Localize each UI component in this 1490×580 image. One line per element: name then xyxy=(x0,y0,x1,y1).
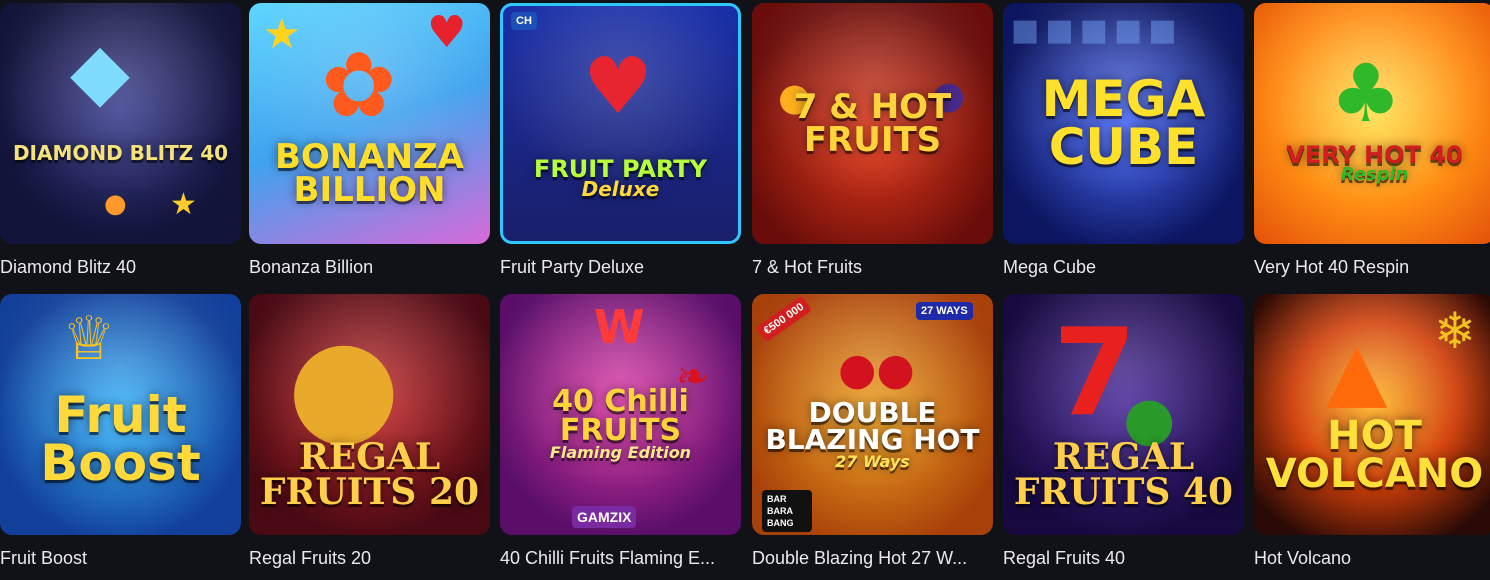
heart-icon: ♥ xyxy=(427,7,467,58)
game-title[interactable]: Hot Volcano xyxy=(1254,548,1490,569)
game-logo: VERY HOT 40 xyxy=(1286,140,1463,169)
game-title[interactable]: Mega Cube xyxy=(1003,257,1244,278)
game-logo: REGAL FRUITS 20 xyxy=(259,436,480,513)
game-title[interactable]: Very Hot 40 Respin xyxy=(1254,257,1490,278)
game-logo-group: 40 Chilli FRUITS Flaming Edition xyxy=(500,384,741,463)
game-title[interactable]: Fruit Party Deluxe xyxy=(500,257,741,278)
game-title[interactable]: Regal Fruits 20 xyxy=(249,548,490,569)
game-logo-group: FRUIT PARTY Deluxe xyxy=(526,157,715,202)
game-logo: HOT VOLCANO xyxy=(1265,412,1484,497)
game-thumbnail[interactable]: €500 000 27 WAYS ●● DOUBLE BLAZING HOT 2… xyxy=(752,294,993,535)
game-title[interactable]: Regal Fruits 40 xyxy=(1003,548,1244,569)
game-thumbnail[interactable]: 7 ● REGAL FRUITS 40 xyxy=(1003,294,1244,535)
game-logo-subtitle: Deluxe xyxy=(581,177,660,202)
game-card-hot-volcano[interactable]: ❄ ▲ HOT VOLCANO Hot Volcano xyxy=(1254,294,1490,580)
game-title[interactable]: Bonanza Billion xyxy=(249,257,490,278)
volcano-icon: ▲ xyxy=(1326,324,1388,417)
game-thumbnail[interactable]: ❄ ▲ HOT VOLCANO xyxy=(1254,294,1490,535)
game-thumbnail[interactable]: ● ● 7 & HOT FRUITS xyxy=(752,3,993,244)
game-logo: REGAL FRUITS 40 xyxy=(1013,436,1234,513)
game-card-very-hot-40-respin[interactable]: ♣ VERY HOT 40 Respin Very Hot 40 Respin xyxy=(1254,3,1490,289)
star-icon: ★ xyxy=(170,187,197,222)
game-logo: DOUBLE BLAZING HOT xyxy=(765,396,980,456)
cherry-icon: ●● xyxy=(838,344,915,395)
tournament-ribbon: €500 000 xyxy=(755,295,812,343)
game-logo: MEGA CUBE xyxy=(1041,70,1206,176)
game-logo: DIAMOND BLITZ 40 xyxy=(12,141,229,165)
game-card-diamond-blitz-40[interactable]: ◆ ● ★ DIAMOND BLITZ 40 Diamond Blitz 40 xyxy=(0,3,241,289)
pineapple-icon: ❄ xyxy=(1434,302,1476,360)
game-card-fruit-boost[interactable]: ♕ Fruit Boost Fruit Boost xyxy=(0,294,241,580)
game-card-7-hot-fruits[interactable]: ● ● 7 & HOT FRUITS 7 & Hot Fruits xyxy=(752,3,993,289)
star-icon: ★ xyxy=(263,9,301,58)
game-thumbnail[interactable]: ♕ Fruit Boost xyxy=(0,294,241,535)
game-card-regal-fruits-20[interactable]: ● REGAL FRUITS 20 Regal Fruits 20 xyxy=(249,294,490,580)
clover-icon: ♣ xyxy=(1330,47,1402,140)
game-card-double-blazing-hot[interactable]: €500 000 27 WAYS ●● DOUBLE BLAZING HOT 2… xyxy=(752,294,993,580)
game-logo: 40 Chilli FRUITS xyxy=(552,384,689,448)
game-thumbnail[interactable]: W ❧ 40 Chilli FRUITS Flaming Edition GAM… xyxy=(500,294,741,535)
game-logo: 7 & HOT FRUITS xyxy=(793,87,952,160)
flower-icon: ✿ xyxy=(321,33,397,138)
game-thumbnail[interactable]: ◆ ● ★ DIAMOND BLITZ 40 xyxy=(0,3,241,244)
orange-icon: ● xyxy=(104,189,127,219)
game-card-mega-cube[interactable]: ■■■■■ MEGA CUBE Mega Cube xyxy=(1003,3,1244,289)
game-logo: Fruit Boost xyxy=(40,386,201,492)
game-title[interactable]: Diamond Blitz 40 xyxy=(0,257,241,278)
games-grid: ◆ ● ★ DIAMOND BLITZ 40 Diamond Blitz 40 … xyxy=(0,0,1490,574)
diamond-icon: ◆ xyxy=(70,27,130,117)
w-logo-icon: W xyxy=(594,300,645,354)
game-thumbnail[interactable]: ♣ VERY HOT 40 Respin xyxy=(1254,3,1490,244)
game-title[interactable]: Double Blazing Hot 27 W... xyxy=(752,548,993,569)
game-title[interactable]: 40 Chilli Fruits Flaming E... xyxy=(500,548,741,569)
game-logo: BONANZA BILLION xyxy=(274,137,464,210)
game-card-fruit-party-deluxe[interactable]: CH ♥ FRUIT PARTY Deluxe Fruit Party Delu… xyxy=(500,3,741,289)
game-card-regal-fruits-40[interactable]: 7 ● REGAL FRUITS 40 Regal Fruits 40 xyxy=(1003,294,1244,580)
cube-icon: ■■■■■ xyxy=(1011,13,1183,48)
provider-badge: CH xyxy=(511,12,537,30)
game-title[interactable]: Fruit Boost xyxy=(0,548,241,569)
ways-badge: 27 WAYS xyxy=(916,302,973,320)
provider-badge: GAMZIX xyxy=(572,506,637,528)
game-logo-group: VERY HOT 40 Respin xyxy=(1278,140,1470,184)
game-thumbnail[interactable]: ● REGAL FRUITS 20 xyxy=(249,294,490,535)
strawberry-icon: ♥ xyxy=(583,42,653,132)
game-thumbnail[interactable]: CH ♥ FRUIT PARTY Deluxe xyxy=(500,3,741,244)
game-title[interactable]: 7 & Hot Fruits xyxy=(752,257,993,278)
game-thumbnail[interactable]: ■■■■■ MEGA CUBE xyxy=(1003,3,1244,244)
game-thumbnail[interactable]: ★ ♥ ✿ BONANZA BILLION xyxy=(249,3,490,244)
provider-badge: BAR BARA BANG xyxy=(762,490,812,532)
crown-icon: ♕ xyxy=(62,304,116,374)
game-logo-subtitle: Flaming Edition xyxy=(549,443,692,463)
game-card-bonanza-billion[interactable]: ★ ♥ ✿ BONANZA BILLION Bonanza Billion xyxy=(249,3,490,289)
game-card-40-chilli-fruits[interactable]: W ❧ 40 Chilli FRUITS Flaming Edition GAM… xyxy=(500,294,741,580)
game-logo-group: DOUBLE BLAZING HOT 27 Ways xyxy=(752,396,993,469)
